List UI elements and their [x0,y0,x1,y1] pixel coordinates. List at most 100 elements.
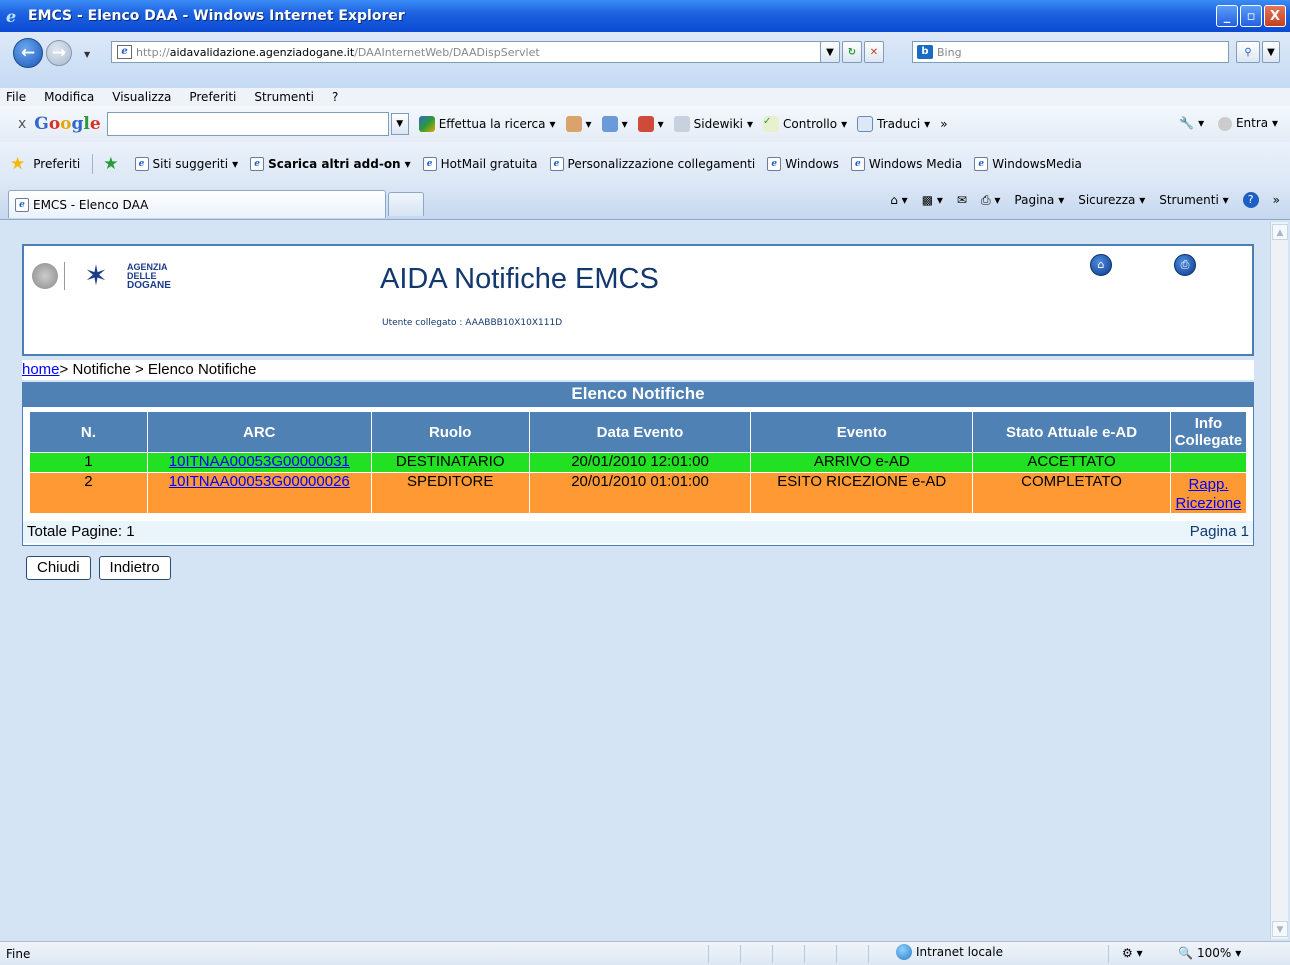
fav-item-windows[interactable]: e Windows [767,157,839,171]
scroll-up-icon[interactable]: ▲ [1272,224,1288,240]
search-icon[interactable]: ⚲ [1236,41,1260,63]
table-row: 1 10ITNAA00053G00000031 DESTINATARIO 20/… [29,452,1248,473]
zoom-dropdown-icon: ▾ [1235,946,1242,960]
divider [772,945,773,963]
table-header-row: N. ARC Ruolo Data Evento Evento Stato At… [29,411,1248,453]
print-icon[interactable]: ⎙ [1174,254,1196,276]
fav-item-windows-media[interactable]: e Windows Media [850,157,963,171]
user-icon [1218,116,1233,131]
toolbar-tool-2[interactable]: ▾ [601,116,628,132]
refresh-icon[interactable]: ↻ [842,41,862,63]
home-icon[interactable]: ⌂ ▾ [890,193,907,207]
cell-n: 2 [29,472,148,514]
tab-title: EMCS - Elenco DAA [33,197,149,212]
url-dropdown-icon[interactable]: ▼ [820,41,840,63]
menu-modifica[interactable]: Modifica [44,90,94,104]
sicurezza-menu[interactable]: Sicurezza ▾ [1078,193,1145,207]
cell-data: 20/01/2010 01:01:00 [528,472,752,514]
fav-label: Scarica altri add-on [268,157,401,171]
ie-page-icon: e [15,197,29,212]
search-input[interactable]: b Bing [912,41,1229,63]
divider [708,945,709,963]
page-content: ✶ AGENZIA DELLE DOGANE AIDA Notifiche EM… [8,222,1268,939]
rapp-ricezione-link[interactable]: Rapp. Ricezione [1176,476,1242,512]
menu-file[interactable]: File [6,90,26,104]
feeds-icon[interactable]: ▩ ▾ [922,193,943,207]
fav-label: Siti suggeriti [152,157,229,171]
protected-mode-icon[interactable]: ⚙ ▾ [1122,946,1143,960]
breadcrumb-home-link[interactable]: home [22,361,60,378]
search-placeholder: Bing [937,45,962,59]
minimize-button[interactable]: _ [1216,5,1238,27]
divider [804,945,805,963]
arc-link[interactable]: 10ITNAA00053G00000031 [169,453,350,470]
google-search-input[interactable] [106,112,389,136]
controllo-label: Controllo [783,117,838,131]
fav-label: Windows Media [868,157,963,171]
notifications-panel: N. ARC Ruolo Data Evento Evento Stato At… [22,406,1254,546]
indietro-button[interactable]: Indietro [98,556,171,580]
bookmark-icon [565,116,582,132]
toolbar-tool-1[interactable]: ▾ [565,116,592,132]
sidewiki-button[interactable]: Sidewiki ▾ [673,116,753,132]
wrench-icon[interactable]: 🔧 ▾ [1179,116,1204,130]
fav-label: HotMail gratuita [440,157,538,171]
menu-strumenti[interactable]: Strumenti [254,90,314,104]
tab-emcs[interactable]: e EMCS - Elenco DAA [8,190,386,218]
google-search-label: Effettua la ricerca [438,117,546,131]
command-bar: ⌂ ▾ ▩ ▾ ✉ ⎙ ▾ Pagina ▾ Sicurezza ▾ Strum… [890,192,1280,208]
help-icon[interactable]: ? [1242,192,1259,208]
traduci-button[interactable]: Traduci ▾ [857,116,930,132]
search-options-icon[interactable]: ▼ [1262,41,1280,63]
pagina-menu[interactable]: Pagina ▾ [1014,193,1064,207]
fav-item-scarica-add-on[interactable]: e Scarica altri add-on ▾ [250,157,411,171]
fav-item-windowsmedia[interactable]: e WindowsMedia [974,157,1082,171]
window-title: EMCS - Elenco DAA - Windows Internet Exp… [28,8,405,24]
breadcrumb-path: > Notifiche > Elenco Notifiche [59,361,257,378]
star-logo-icon: ✶ [84,259,108,292]
fav-item-hotmail[interactable]: e HotMail gratuita [422,157,538,171]
add-favorite-button[interactable]: ★ [103,154,122,174]
zoom-level: 100% [1196,946,1232,960]
close-window-button[interactable]: X [1264,5,1286,27]
info-line-2: Ricezione [1175,495,1242,512]
strumenti-menu[interactable]: Strumenti ▾ [1159,193,1228,207]
mail-icon[interactable]: ✉ [957,193,967,207]
security-zone[interactable]: Intranet locale [896,944,1003,960]
new-tab-button[interactable] [388,192,424,216]
history-dropdown-icon[interactable]: ▼ [84,50,90,59]
toolbar-tool-3[interactable]: ▾ [637,116,664,132]
fav-item-personalizzazione[interactable]: e Personalizzazione collegamenti [549,157,755,171]
menu-help[interactable]: ? [332,90,338,104]
arc-link[interactable]: 10ITNAA00053G00000026 [169,473,350,490]
close-toolbar-button[interactable]: x [18,116,26,132]
google-toolbar: x Google ▼ Effettua la ricerca ▾ ▾ ▾ ▾ S… [0,106,1290,142]
print-icon[interactable]: ⎙ ▾ [981,193,1000,208]
url-field[interactable]: e http://aidavalidazione.agenziadogane.i… [111,41,837,63]
menu-preferiti[interactable]: Preferiti [189,90,236,104]
stop-icon[interactable]: ✕ [864,41,884,63]
google-search-button[interactable]: Effettua la ricerca ▾ [418,116,556,132]
controllo-button[interactable]: ✓ Controllo ▾ [763,116,847,132]
entra-button[interactable]: Entra ▾ [1218,116,1278,131]
scroll-down-icon[interactable]: ▼ [1272,921,1288,937]
zoom-control[interactable]: 🔍 100% ▾ [1178,946,1241,960]
bing-icon: b [917,45,933,59]
menu-visualizza[interactable]: Visualizza [112,90,171,104]
favorites-button[interactable]: ★ Preferiti [10,154,80,174]
back-button[interactable]: ← [13,38,43,68]
strumenti-label: Strumenti [1159,193,1219,207]
ie-page-icon: e [549,157,564,171]
app-title: AIDA Notifiche EMCS [380,263,659,295]
total-pages: Totale Pagine: 1 [27,523,135,540]
maximize-button[interactable]: ▫ [1240,5,1262,27]
forward-button[interactable]: → [46,40,72,66]
more-tools-button[interactable]: » [940,117,947,131]
fav-item-siti-suggeriti[interactable]: e Siti suggeriti ▾ [134,157,238,171]
more-commands-icon[interactable]: » [1273,193,1280,207]
chiudi-button[interactable]: Chiudi [26,556,91,580]
vertical-scrollbar[interactable]: ▲ ▼ [1270,222,1288,939]
plus-icon [601,116,618,132]
home-icon[interactable]: ⌂ [1090,254,1112,276]
google-dropdown-icon[interactable]: ▼ [390,113,409,135]
